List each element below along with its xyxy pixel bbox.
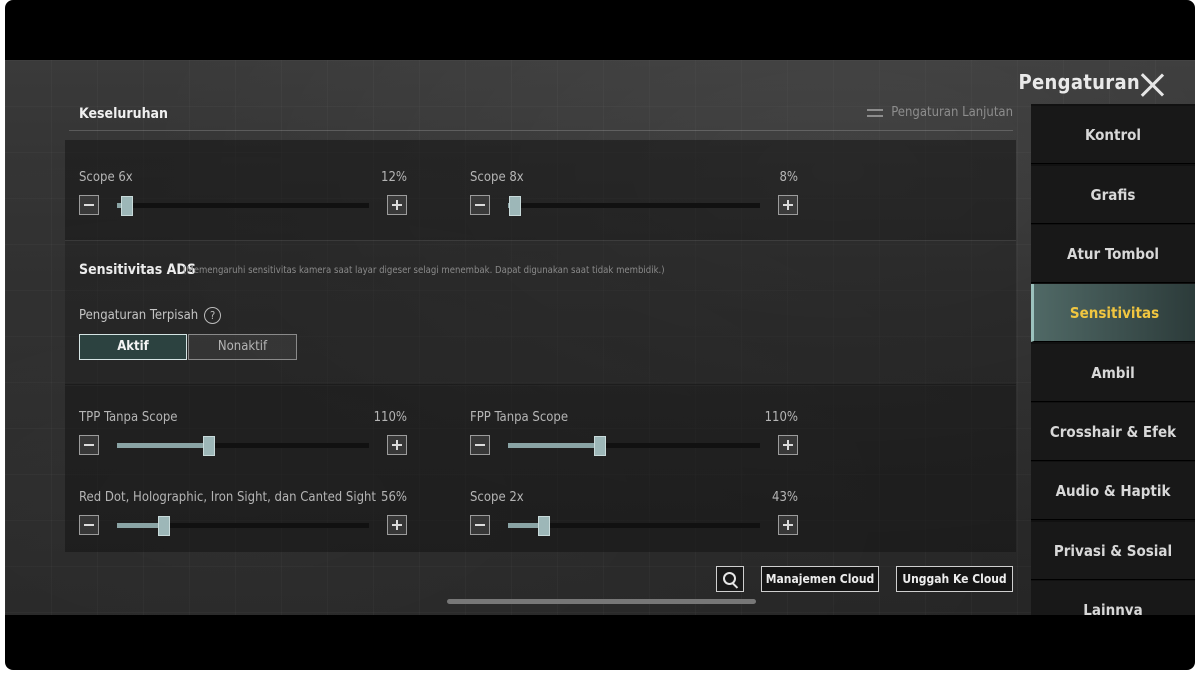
slider-track[interactable] (117, 196, 369, 216)
scope-8x-slider[interactable]: Scope 8x 8% (470, 170, 798, 220)
decrease-button[interactable] (470, 195, 490, 215)
nav-crosshair-efek[interactable]: Crosshair & Efek (1031, 403, 1195, 461)
nav-lainnya[interactable]: Lainnya (1031, 581, 1195, 615)
increase-button[interactable] (387, 515, 407, 535)
slider-thumb[interactable] (121, 196, 134, 216)
increase-button[interactable] (778, 515, 798, 535)
upload-cloud-button[interactable]: Unggah Ke Cloud (896, 566, 1013, 592)
decrease-button[interactable] (79, 195, 99, 215)
scope-2x-slider[interactable]: Scope 2x 43% (470, 490, 798, 540)
decrease-button[interactable] (470, 515, 490, 535)
page-title: Pengaturan (1018, 70, 1140, 94)
slider-fill (508, 443, 601, 448)
nav-ambil[interactable]: Ambil (1031, 344, 1195, 402)
slider-label: Scope 2x (470, 490, 524, 505)
close-icon[interactable] (1139, 72, 1165, 98)
slider-value: 110% (764, 410, 798, 425)
ads-description: (Memengaruhi sensitivitas kamera saat la… (183, 265, 665, 276)
slider-thumb[interactable] (508, 196, 521, 216)
toggle-active-button[interactable]: Aktif (79, 334, 187, 360)
slider-thumb[interactable] (158, 516, 171, 536)
slider-thumb[interactable] (594, 436, 607, 456)
nav-privasi-sosial[interactable]: Privasi & Sosial (1031, 522, 1195, 580)
slider-value: 43% (772, 490, 798, 505)
slider-label: FPP Tanpa Scope (470, 410, 569, 425)
horizontal-scrollbar[interactable] (447, 599, 756, 604)
increase-button[interactable] (387, 435, 407, 455)
slider-label: TPP Tanpa Scope (79, 410, 178, 425)
slider-track[interactable] (117, 436, 369, 456)
increase-button[interactable] (778, 195, 798, 215)
slider-label: Scope 8x (470, 170, 524, 185)
device-frame: Pengaturan Keseluruhan Pengaturan Lanjut… (5, 0, 1195, 670)
increase-button[interactable] (778, 435, 798, 455)
increase-button[interactable] (387, 195, 407, 215)
fpp-no-scope-slider[interactable]: FPP Tanpa Scope 110% (470, 410, 798, 460)
tpp-no-scope-slider[interactable]: TPP Tanpa Scope 110% (79, 410, 407, 460)
section-divider (69, 130, 1013, 131)
slider-value: 110% (373, 410, 407, 425)
separate-settings-text: Pengaturan Terpisah (79, 308, 199, 323)
nav-sensitivitas[interactable]: Sensitivitas (1031, 284, 1195, 342)
help-icon[interactable]: ? (204, 307, 222, 324)
red-dot-slider[interactable]: Red Dot, Holographic, Iron Sight, dan Ca… (79, 490, 407, 540)
settings-screen: Pengaturan Keseluruhan Pengaturan Lanjut… (5, 60, 1195, 615)
slider-value: 56% (381, 490, 407, 505)
slider-track[interactable] (117, 516, 369, 536)
nav-audio-haptik[interactable]: Audio & Haptik (1031, 462, 1195, 520)
ads-title: Sensitivitas ADS (79, 262, 196, 278)
slider-thumb[interactable] (538, 516, 551, 536)
slider-track[interactable] (508, 436, 760, 456)
advanced-settings-link[interactable]: Pengaturan Lanjutan (867, 105, 1013, 120)
slider-value: 8% (779, 170, 798, 185)
scope-6x-slider[interactable]: Scope 6x 12% (79, 170, 407, 220)
separate-settings-label: Pengaturan Terpisah ? (79, 307, 222, 324)
swap-icon (867, 107, 884, 119)
slider-thumb[interactable] (203, 436, 216, 456)
decrease-button[interactable] (79, 435, 99, 455)
advanced-settings-label: Pengaturan Lanjutan (891, 105, 1013, 120)
search-icon[interactable] (716, 566, 744, 592)
toggle-inactive-button[interactable]: Nonaktif (188, 334, 297, 360)
nav-grafis[interactable]: Grafis (1031, 166, 1195, 224)
slider-label: Scope 6x (79, 170, 133, 185)
slider-track[interactable] (508, 196, 760, 216)
slider-fill (117, 443, 210, 448)
slider-label: Red Dot, Holographic, Iron Sight, dan Ca… (79, 490, 377, 505)
decrease-button[interactable] (470, 435, 490, 455)
section-title: Keseluruhan (79, 106, 169, 122)
cloud-management-button[interactable]: Manajemen Cloud (761, 566, 879, 592)
slider-value: 12% (381, 170, 407, 185)
nav-kontrol[interactable]: Kontrol (1031, 106, 1195, 164)
slider-track[interactable] (508, 516, 760, 536)
decrease-button[interactable] (79, 515, 99, 535)
settings-nav: Kontrol Grafis Atur Tombol Sensitivitas … (1031, 104, 1195, 615)
nav-atur-tombol[interactable]: Atur Tombol (1031, 225, 1195, 283)
slider-fill (117, 523, 165, 528)
